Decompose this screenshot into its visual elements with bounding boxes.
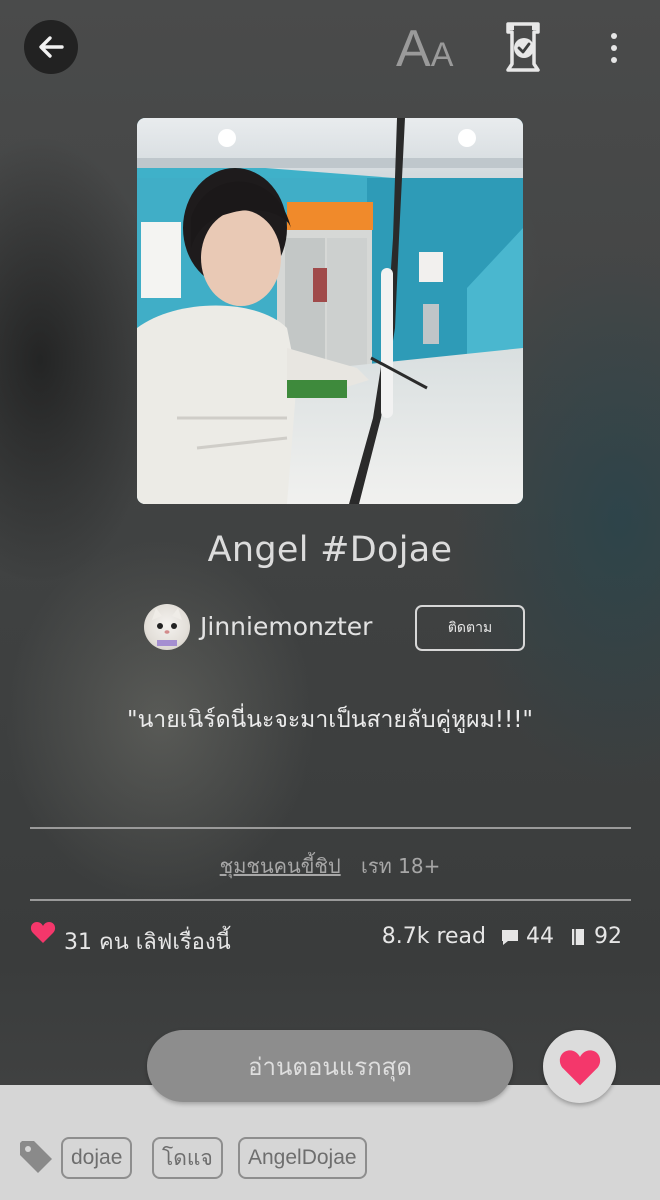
more-vertical-icon — [611, 33, 617, 63]
story-cover-image — [137, 118, 523, 504]
bookmark-check-icon — [506, 22, 540, 72]
tag-chip[interactable]: โดแจ — [152, 1137, 223, 1179]
top-bar: AA — [0, 0, 660, 100]
rating-label: เรท 18+ — [361, 854, 441, 878]
favorite-button[interactable] — [543, 1030, 616, 1103]
author-row: Jinniemonzter ติดตาม — [144, 604, 544, 652]
back-button[interactable] — [24, 20, 78, 74]
add-to-library-button[interactable] — [498, 20, 548, 74]
font-size-small-glyph: A — [430, 36, 454, 74]
tag-chip[interactable]: dojae — [61, 1137, 133, 1179]
author-name[interactable]: Jinniemonzter — [200, 612, 372, 641]
story-tagline: "นายเนิร์ดนี่นะจะมาเป็นสายลับคู่หูผม!!!" — [126, 707, 533, 733]
font-size-large-glyph: A — [396, 20, 431, 78]
cat-avatar — [152, 608, 182, 646]
heart-icon — [559, 1049, 600, 1085]
more-options-button[interactable] — [596, 28, 632, 68]
comment-icon — [502, 929, 518, 945]
story-title: Angel #Dojae — [207, 530, 453, 570]
comment-count: 44 — [526, 924, 554, 949]
category-link[interactable]: ชุมชนคนขี้ชิป — [220, 854, 341, 878]
loves-count: 31 คน เลิฟเรื่องนี้ — [64, 930, 231, 955]
chapters-icon — [572, 928, 584, 945]
divider-bottom — [30, 899, 631, 901]
author-avatar[interactable] — [144, 604, 190, 650]
cover-photo — [137, 118, 523, 504]
chapter-count: 92 — [594, 924, 622, 949]
follow-button[interactable]: ติดตาม — [415, 605, 525, 651]
font-size-button[interactable]: AA — [396, 22, 466, 76]
heart-icon-small — [30, 922, 56, 943]
divider-top — [30, 827, 631, 829]
arrow-left-icon — [39, 36, 64, 58]
tag-icon — [20, 1141, 52, 1173]
tag-chip[interactable]: AngelDojae — [238, 1137, 367, 1179]
read-count: 8.7k read — [381, 924, 486, 949]
story-meta-row: ชุมชนคนขี้ชิป เรท 18+ — [0, 850, 660, 882]
stats-row: 31 คน เลิฟเรื่องนี้ 8.7k read 44 92 — [30, 920, 630, 960]
read-first-chapter-button[interactable]: อ่านตอนแรกสุด — [147, 1030, 513, 1102]
tags-row: dojae โดแจ AngelDojae — [18, 1137, 648, 1181]
story-stats: 8.7k read 44 92 — [382, 924, 622, 949]
text-size-icon: AA — [396, 22, 453, 82]
